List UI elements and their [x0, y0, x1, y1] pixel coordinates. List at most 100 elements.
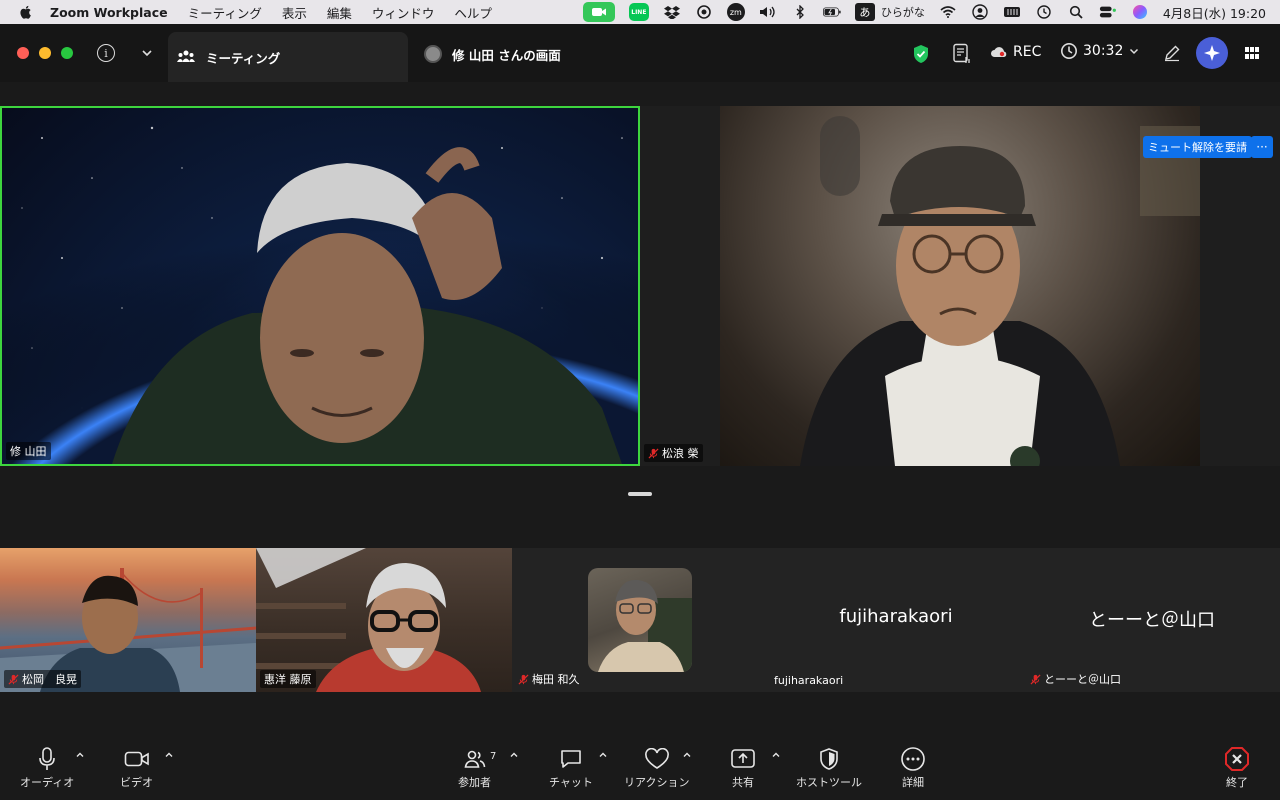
participants-label: 参加者: [458, 776, 491, 789]
ai-companion-button[interactable]: [1196, 37, 1228, 69]
participant-name: とーーと＠山口: [1044, 673, 1121, 686]
control-center-icon[interactable]: [1099, 4, 1117, 20]
participant-video-feed: [720, 106, 1200, 466]
user-account-icon[interactable]: [971, 4, 989, 20]
share-options-chevron-icon[interactable]: [771, 750, 781, 760]
participants-icon: [464, 750, 485, 768]
tab-meeting[interactable]: ミーティング: [168, 32, 408, 82]
volume-icon[interactable]: [759, 4, 777, 20]
video-tile-participant[interactable]: fujiharakaori fujiharakaori: [768, 548, 1024, 692]
memory-chip-icon[interactable]: [1003, 4, 1021, 20]
chat-bubble-icon: [561, 750, 581, 768]
gallery-view-icon[interactable]: [1244, 45, 1260, 61]
video-stage: 修 山田 ミュート解除を要請 ··· 松浪 榮 松岡 良晃 惠洋 藤原 梅田 和…: [0, 82, 1280, 722]
video-tile-participant[interactable]: ミュート解除を要請 ··· 松浪 榮: [640, 106, 1280, 466]
menu-help[interactable]: ヘルプ: [454, 3, 492, 22]
sparkle-icon: [1204, 45, 1220, 61]
participant-name: 惠洋 藤原: [264, 673, 312, 686]
meeting-controls: オーディオ ビデオ 参加者 7 チャット リアクション 共有 ホストツール 詳細…: [0, 722, 1280, 800]
time-machine-icon[interactable]: [1035, 4, 1053, 20]
tab-screen-share-label: 修 山田 さんの画面: [452, 47, 561, 63]
siri-icon[interactable]: [1131, 4, 1149, 20]
zoom-menu-icon[interactable]: zm: [726, 3, 745, 21]
meeting-notes-icon[interactable]: [952, 43, 972, 65]
video-tile-participant[interactable]: とーーと＠山口 とーーと＠山口: [1024, 548, 1280, 692]
heart-icon: [644, 748, 669, 769]
battery-icon[interactable]: [822, 4, 841, 20]
fullscreen-window-button[interactable]: [61, 47, 73, 59]
video-button[interactable]: ビデオ: [120, 744, 153, 790]
apple-logo-icon[interactable]: [18, 4, 34, 20]
video-tile-active-speaker[interactable]: 修 山田: [0, 106, 640, 466]
chevron-down-icon[interactable]: [140, 46, 154, 60]
tab-screen-share[interactable]: 修 山田 さんの画面: [420, 32, 720, 76]
mic-muted-icon: [1030, 673, 1041, 685]
line-app-icon[interactable]: LINE: [628, 3, 649, 21]
end-meeting-icon: [1225, 747, 1249, 771]
video-tile-participant[interactable]: 松岡 良晃: [0, 548, 256, 692]
creative-cloud-icon[interactable]: [695, 4, 713, 20]
host-tools-label: ホストツール: [796, 776, 862, 789]
participant-name: 松岡 良晃: [22, 673, 77, 686]
input-method-icon[interactable]: あ: [854, 3, 875, 21]
mic-muted-icon: [8, 673, 19, 685]
participant-name: 松浪 榮: [662, 447, 699, 460]
menu-window[interactable]: ウィンドウ: [372, 3, 435, 22]
participant-name: fujiharakaori: [774, 674, 844, 687]
rec-label: REC: [1013, 44, 1042, 60]
audio-label: オーディオ: [20, 776, 75, 789]
participant-profile-picture: [588, 568, 692, 672]
clock-icon: [1061, 43, 1077, 59]
menu-view[interactable]: 表示: [282, 3, 307, 22]
share-screen-button[interactable]: 共有: [730, 744, 756, 790]
menu-edit[interactable]: 編集: [327, 3, 352, 22]
meeting-info-icon[interactable]: i: [97, 44, 115, 62]
participant-display-name: fujiharakaori: [839, 606, 953, 627]
wifi-icon[interactable]: [939, 4, 957, 20]
video-camera-icon: [124, 751, 149, 767]
video-options-chevron-icon[interactable]: [164, 750, 174, 760]
participant-name-tag: 梅田 和久: [516, 670, 582, 688]
tile-more-options-button[interactable]: ···: [1251, 136, 1273, 158]
participant-name-tag: fujiharakaori: [772, 673, 845, 688]
menu-meeting[interactable]: ミーティング: [188, 3, 262, 22]
participants-options-chevron-icon[interactable]: [509, 750, 519, 760]
video-tile-participant[interactable]: 梅田 和久: [512, 548, 768, 692]
dropbox-icon[interactable]: [663, 4, 681, 20]
app-menu-name[interactable]: Zoom Workplace: [50, 5, 168, 20]
close-window-button[interactable]: [17, 47, 29, 59]
participants-count: 7: [490, 751, 497, 762]
bluetooth-icon[interactable]: [791, 4, 809, 20]
chat-button[interactable]: チャット: [549, 744, 593, 790]
end-meeting-button[interactable]: 終了: [1224, 744, 1250, 790]
resize-handle[interactable]: [628, 492, 652, 496]
more-label: 詳細: [902, 776, 924, 789]
encryption-shield-icon[interactable]: [912, 44, 930, 64]
meeting-timer[interactable]: 30:32: [1060, 42, 1140, 60]
audio-options-chevron-icon[interactable]: [75, 750, 85, 760]
reactions-options-chevron-icon[interactable]: [682, 750, 692, 760]
participant-video-feed: [2, 108, 638, 464]
spotlight-search-icon[interactable]: [1067, 4, 1085, 20]
mic-muted-icon: [648, 447, 659, 459]
chat-options-chevron-icon[interactable]: [598, 750, 608, 760]
menubar-clock[interactable]: 4月8日(水) 19:20: [1163, 3, 1266, 22]
zoom-video-status-icon[interactable]: [582, 2, 615, 22]
cloud-icon: [991, 47, 1007, 57]
minimize-window-button[interactable]: [39, 47, 51, 59]
video-tile-participant[interactable]: 惠洋 藤原: [256, 548, 512, 692]
more-button[interactable]: 詳細: [900, 744, 926, 790]
input-method-label[interactable]: ひらがな: [881, 4, 925, 20]
mic-muted-icon: [518, 673, 529, 685]
end-label: 終了: [1226, 776, 1248, 789]
cloud-recording-indicator[interactable]: REC: [990, 44, 1041, 60]
host-tools-button[interactable]: ホストツール: [796, 744, 862, 790]
request-unmute-button[interactable]: ミュート解除を要請: [1143, 136, 1252, 158]
participant-name: 梅田 和久: [532, 673, 580, 686]
participants-button[interactable]: 参加者: [458, 744, 491, 790]
audio-button[interactable]: オーディオ: [20, 744, 74, 790]
zoom-title-bar: i ミーティング 修 山田 さんの画面 REC 30:32: [0, 24, 1280, 82]
annotate-pencil-icon[interactable]: [1163, 44, 1181, 62]
share-label: 共有: [732, 776, 754, 789]
reactions-button[interactable]: リアクション: [624, 744, 689, 790]
